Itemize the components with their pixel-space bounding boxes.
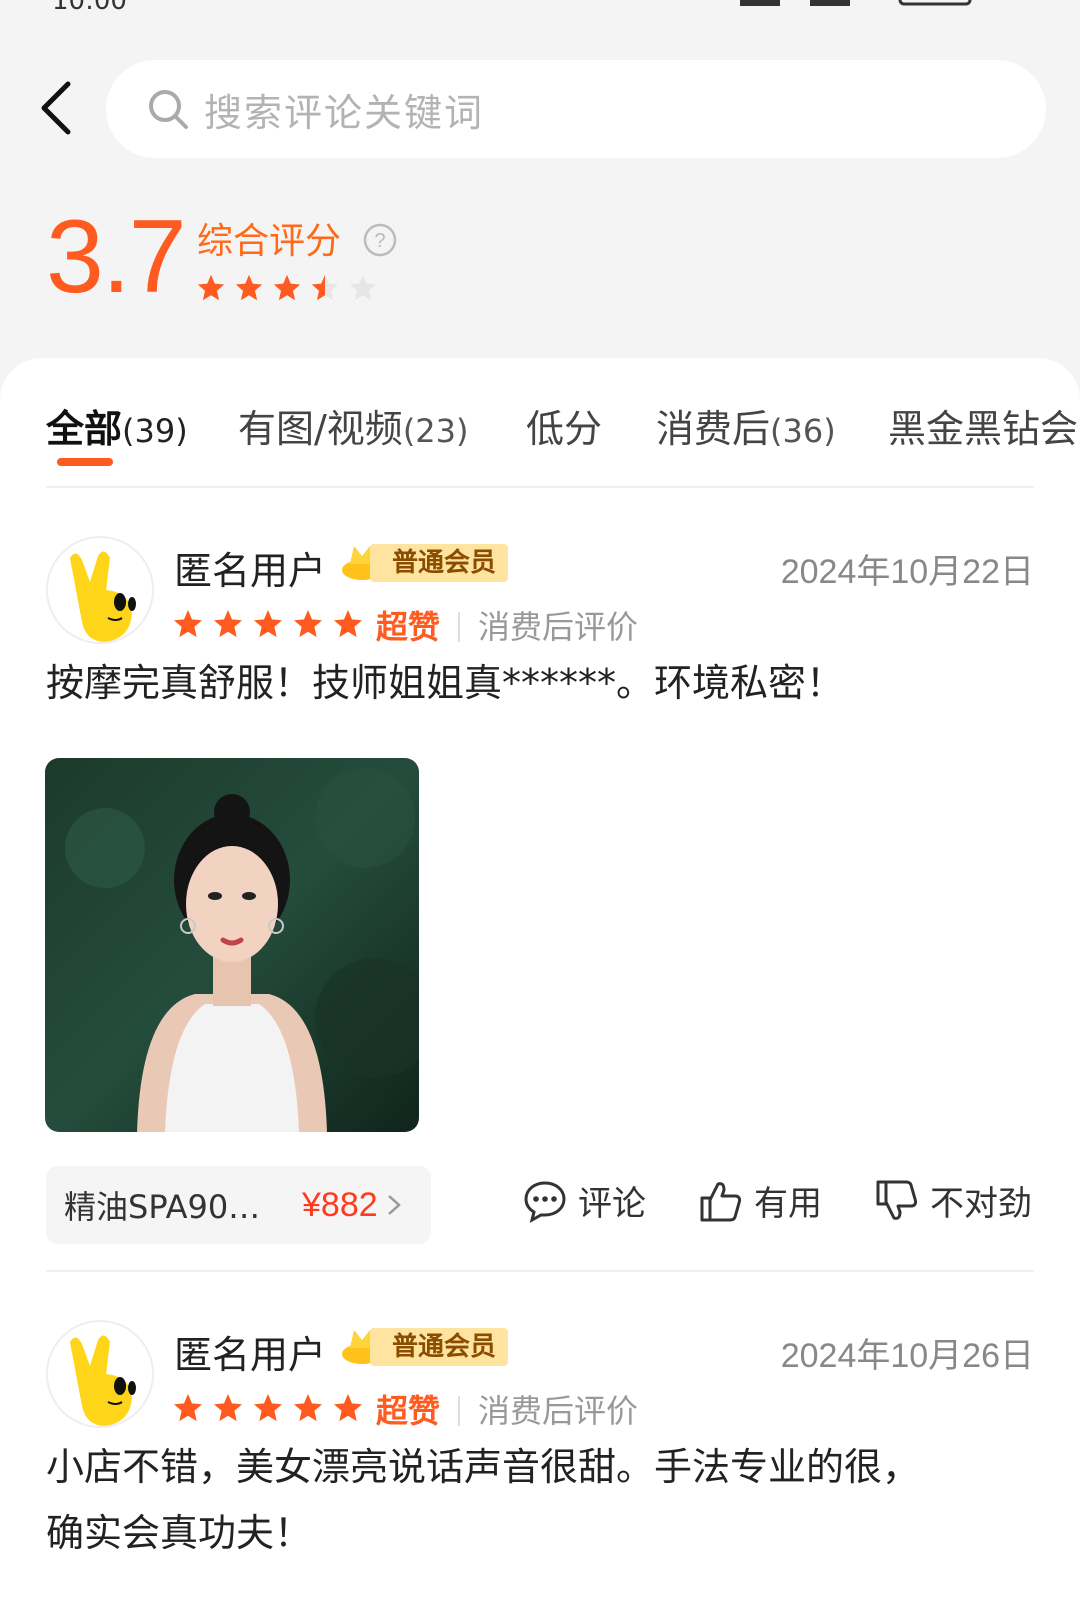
review-date: 2024年10月26日: [780, 1337, 1034, 1375]
tab-label: 有图/视频: [238, 407, 403, 451]
filter-tabs: 全部(39) 有图/视频(23) 低分 消费后(36) 黑金黑钻会: [0, 358, 1080, 486]
svg-text:?: ?: [374, 230, 385, 252]
praise-label: 超赞: [376, 608, 441, 646]
star-icon: [214, 610, 242, 638]
star-icon: [294, 1394, 322, 1422]
tab-label: 消费后: [656, 407, 771, 451]
review-date: 2024年10月22日: [780, 553, 1034, 591]
review-text-line: 确实会真功夫！: [46, 1511, 313, 1555]
portrait-photo: [45, 758, 419, 1132]
thumbs-up-icon: [700, 1181, 742, 1221]
divider: [46, 1270, 1034, 1272]
star-icon: [254, 1394, 282, 1422]
overall-score: 3.7: [46, 199, 187, 315]
tab-low-score[interactable]: 低分: [526, 398, 602, 453]
star-icon: [334, 610, 362, 638]
review-stars: [172, 608, 364, 640]
review-stars: [172, 1392, 364, 1424]
search-input[interactable]: 搜索评论关键词: [106, 60, 1046, 158]
tab-label: 黑金黑钻会: [888, 407, 1079, 451]
wrong-button[interactable]: 不对劲: [874, 1176, 1032, 1225]
star-icon: [197, 274, 225, 301]
star-icon: [174, 1394, 202, 1422]
back-button[interactable]: [36, 80, 76, 136]
member-badge: 普通会员: [340, 1326, 509, 1368]
username: 匿名用户: [174, 549, 327, 593]
star-icon: [254, 610, 282, 638]
member-badge: 普通会员: [340, 542, 509, 584]
username: 匿名用户: [174, 1333, 327, 1377]
avatar[interactable]: [46, 536, 154, 644]
review-tag: 消费后评价: [478, 608, 639, 646]
overall-score-label: 综合评分: [197, 221, 342, 262]
tab-label: 低分: [526, 407, 603, 451]
tab-all[interactable]: 全部(39): [46, 398, 188, 453]
active-tab-indicator: [57, 458, 113, 466]
avatar[interactable]: [46, 1320, 154, 1428]
star-icon: [294, 610, 322, 638]
praise-label: 超赞: [376, 1392, 441, 1430]
help-icon[interactable]: ?: [362, 222, 398, 258]
divider: [46, 486, 1034, 488]
reviews-panel: 全部(39) 有图/视频(23) 低分 消费后(36) 黑金黑钻会 匿名用户 普…: [0, 358, 1080, 1613]
status-time: 10:00: [52, 0, 127, 16]
product-name: 精油SPA90…: [64, 1188, 261, 1226]
useful-button[interactable]: 有用: [698, 1176, 822, 1225]
tab-black-gold[interactable]: 黑金黑钻会: [888, 398, 1078, 453]
review-tag: 消费后评价: [478, 1392, 639, 1430]
comment-button[interactable]: 评论: [522, 1176, 646, 1225]
separator: [458, 1396, 460, 1426]
back-arrow-icon: [41, 81, 71, 135]
review-photo[interactable]: [45, 758, 419, 1132]
tab-count: (39): [122, 412, 188, 450]
product-price: ¥882: [302, 1185, 378, 1224]
star-icon: [174, 610, 202, 638]
signal-battery-icons: [740, 0, 972, 6]
tab-count: (23): [402, 412, 469, 450]
star-icon: [311, 274, 339, 301]
star-icon: [273, 274, 301, 301]
tab-label: 全部: [46, 407, 123, 451]
search-icon: [149, 90, 188, 129]
separator: [458, 612, 460, 642]
wrong-label: 不对劲: [930, 1184, 1032, 1224]
rating-stars: [196, 273, 378, 303]
search-placeholder: 搜索评论关键词: [204, 90, 485, 135]
member-label: 普通会员: [370, 544, 509, 582]
tab-after-purchase[interactable]: 消费后(36): [656, 398, 836, 453]
review-text-line: 小店不错，美女漂亮说话声音很甜。手法专业的很，: [46, 1445, 921, 1489]
mascot-hand-icon: [70, 1335, 136, 1426]
star-icon: [334, 1394, 362, 1422]
useful-label: 有用: [754, 1184, 822, 1224]
member-label: 普通会员: [370, 1328, 509, 1366]
star-icon: [235, 274, 263, 301]
comment-label: 评论: [578, 1184, 646, 1224]
product-link[interactable]: 精油SPA90… ¥882: [46, 1166, 431, 1244]
star-icon: [214, 1394, 242, 1422]
comment-bubble-icon: [524, 1180, 566, 1223]
mascot-hand-icon: [70, 551, 136, 642]
status-bar: 10:00: [0, 0, 1080, 16]
review-text: 按摩完真舒服！技师姐姐真******。环境私密！: [46, 661, 845, 705]
thumbs-down-icon: [876, 1180, 918, 1220]
tab-media[interactable]: 有图/视频(23): [238, 398, 469, 453]
tab-count: (36): [770, 412, 836, 450]
chevron-right-icon: [387, 1195, 401, 1215]
star-icon: [349, 274, 377, 301]
